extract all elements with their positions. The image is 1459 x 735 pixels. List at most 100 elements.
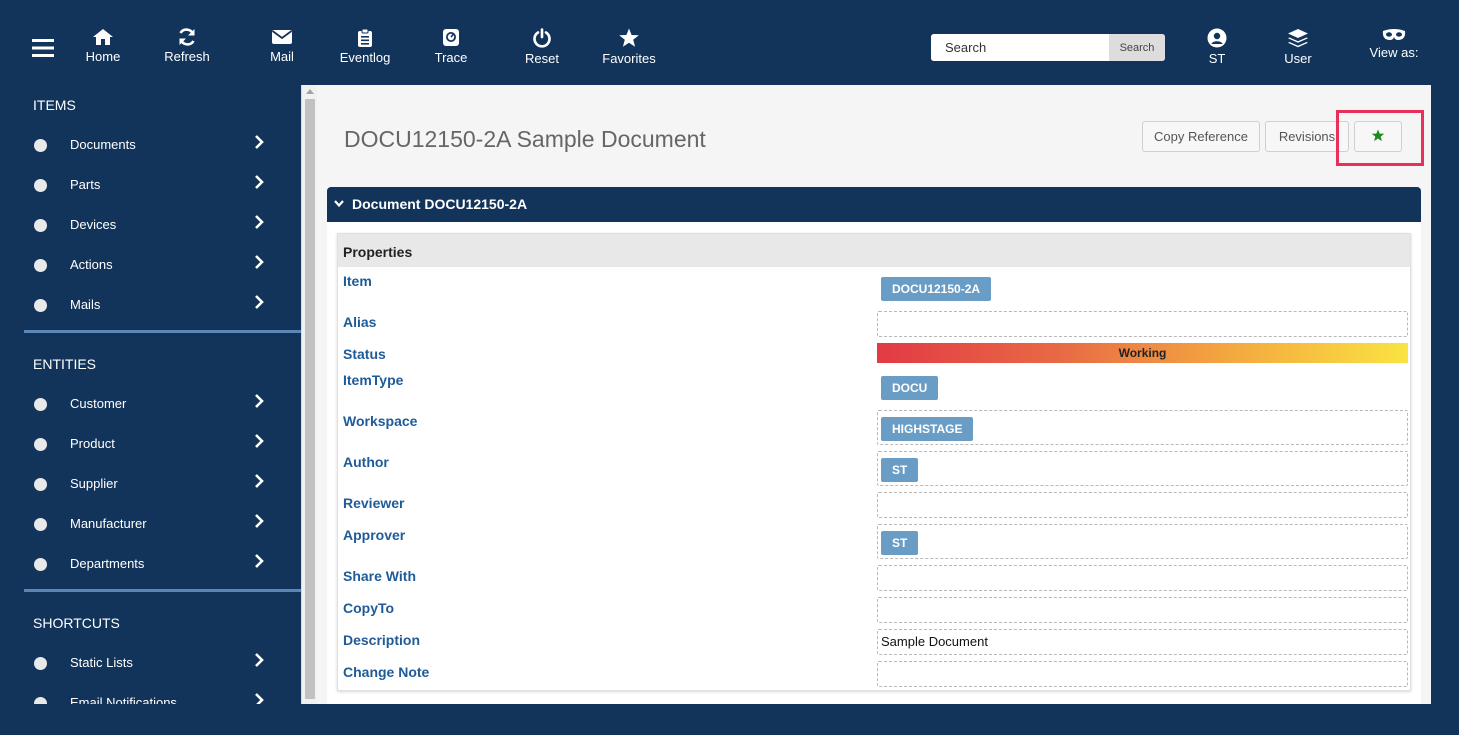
sidebar: ITEMS Documents Parts Devices Actions Ma… (24, 85, 301, 704)
bullet-icon (34, 518, 47, 531)
home-icon (93, 29, 113, 45)
chevron-right-icon (255, 215, 264, 229)
properties-header: Properties (338, 234, 1410, 267)
chevron-down-icon (334, 200, 344, 208)
bullet-icon (34, 299, 47, 312)
bullet-icon (34, 657, 47, 670)
chevron-right-icon (255, 514, 264, 528)
section-title-entities: ENTITIES (33, 356, 97, 372)
change-note-field[interactable] (877, 661, 1408, 687)
sidebar-item-label: Product (70, 436, 115, 451)
item-chip[interactable]: DOCU12150-2A (881, 277, 992, 301)
eventlog-label: Eventlog (339, 50, 391, 65)
search-button[interactable]: Search (1109, 34, 1165, 61)
sidebar-item-label: Static Lists (70, 655, 133, 670)
author-chip[interactable]: ST (881, 458, 919, 482)
approver-chip[interactable]: ST (881, 531, 919, 555)
properties-title: Properties (343, 244, 413, 260)
trace-label: Trace (434, 50, 468, 65)
view-as-button[interactable]: View as: (1366, 28, 1422, 76)
refresh-icon (179, 28, 195, 46)
sidebar-item-label: Mails (70, 297, 101, 312)
section-title-shortcuts: SHORTCUTS (33, 615, 120, 631)
bullet-icon (34, 478, 47, 491)
power-icon (533, 28, 551, 48)
trace-button[interactable]: Trace (432, 28, 470, 76)
sidebar-item-parts[interactable]: Parts (24, 169, 301, 199)
eventlog-button[interactable]: Eventlog (337, 28, 393, 76)
status-bar: Working (877, 343, 1408, 363)
chevron-right-icon (255, 554, 264, 568)
refresh-label: Refresh (164, 49, 210, 64)
scroll-up-arrow-icon[interactable] (306, 89, 314, 94)
description-value: Sample Document (881, 634, 988, 649)
mask-icon (1382, 29, 1406, 40)
alias-label: Alias (343, 314, 377, 330)
sidebar-item-product[interactable]: Product (24, 428, 301, 458)
sidebar-item-customer[interactable]: Customer (24, 388, 301, 418)
search-box: Search (931, 34, 1165, 61)
copy-reference-button[interactable]: Copy Reference (1142, 121, 1260, 152)
chevron-right-icon (255, 255, 264, 269)
sidebar-item-devices[interactable]: Devices (24, 209, 301, 239)
view-as-label: View as: (1369, 45, 1419, 60)
main-content: DOCU12150-2A Sample Document Copy Refere… (317, 85, 1431, 704)
status-label: Status (343, 346, 386, 362)
sidebar-item-label: Actions (70, 257, 113, 272)
sidebar-item-actions[interactable]: Actions (24, 249, 301, 279)
itemtype-label: ItemType (343, 372, 404, 388)
sidebar-item-email-notifications[interactable]: Email Notifications (24, 687, 301, 704)
bullet-icon (34, 558, 47, 571)
reviewer-field[interactable] (877, 492, 1408, 518)
description-field[interactable]: Sample Document (877, 629, 1408, 655)
status-value: Working (1118, 346, 1167, 360)
bullet-icon (34, 219, 47, 232)
user-label: User (1284, 51, 1312, 66)
search-input[interactable] (931, 34, 1109, 61)
sidebar-item-manufacturer[interactable]: Manufacturer (24, 508, 301, 538)
user-button[interactable]: User (1280, 28, 1316, 76)
sidebar-item-label: Email Notifications (70, 695, 177, 704)
document-panel-header[interactable]: Document DOCU12150-2A (327, 187, 1421, 222)
refresh-button[interactable]: Refresh (163, 28, 211, 76)
top-toolbar: Home Refresh Mail Eventlog Trace Reset F… (24, 18, 1431, 82)
workspace-label: Workspace (343, 413, 418, 429)
user-initials-button[interactable]: ST (1200, 28, 1234, 76)
bullet-icon (34, 259, 47, 272)
sidebar-item-label: Documents (70, 137, 136, 152)
sidebar-item-label: Customer (70, 396, 127, 411)
sidebar-item-supplier[interactable]: Supplier (24, 468, 301, 498)
sidebar-item-mails[interactable]: Mails (24, 289, 301, 319)
section-title-items: ITEMS (33, 97, 76, 113)
mail-icon (271, 30, 293, 44)
bullet-icon (34, 179, 47, 192)
copyto-label: CopyTo (343, 600, 395, 616)
itemtype-chip[interactable]: DOCU (881, 376, 939, 400)
copyto-field[interactable] (877, 597, 1408, 623)
change-note-label: Change Note (343, 664, 430, 680)
hamburger-menu-icon[interactable] (32, 38, 54, 63)
workspace-chip[interactable]: HIGHSTAGE (881, 417, 974, 441)
sidebar-scrollbar[interactable] (301, 85, 317, 704)
properties-section: Properties Item DOCU12150-2A Alias Statu… (337, 233, 1411, 691)
chevron-right-icon (255, 394, 264, 408)
scrollbar-thumb[interactable] (305, 99, 315, 699)
description-label: Description (343, 632, 421, 648)
star-icon (619, 28, 639, 47)
home-button[interactable]: Home (82, 28, 124, 76)
highlight-box (1336, 110, 1424, 166)
sidebar-item-label: Manufacturer (70, 516, 147, 531)
sidebar-item-departments[interactable]: Departments (24, 548, 301, 578)
reviewer-label: Reviewer (343, 495, 405, 511)
share-with-field[interactable] (877, 565, 1408, 591)
home-label: Home (85, 49, 121, 64)
reset-button[interactable]: Reset (522, 28, 562, 76)
author-field[interactable] (877, 451, 1408, 486)
sidebar-item-static-lists[interactable]: Static Lists (24, 647, 301, 677)
alias-field[interactable] (877, 311, 1408, 337)
mail-button[interactable]: Mail (262, 28, 302, 76)
chevron-right-icon (255, 693, 264, 704)
sidebar-item-documents[interactable]: Documents (24, 129, 301, 159)
favorites-button[interactable]: Favorites (600, 28, 658, 76)
approver-field[interactable] (877, 524, 1408, 559)
